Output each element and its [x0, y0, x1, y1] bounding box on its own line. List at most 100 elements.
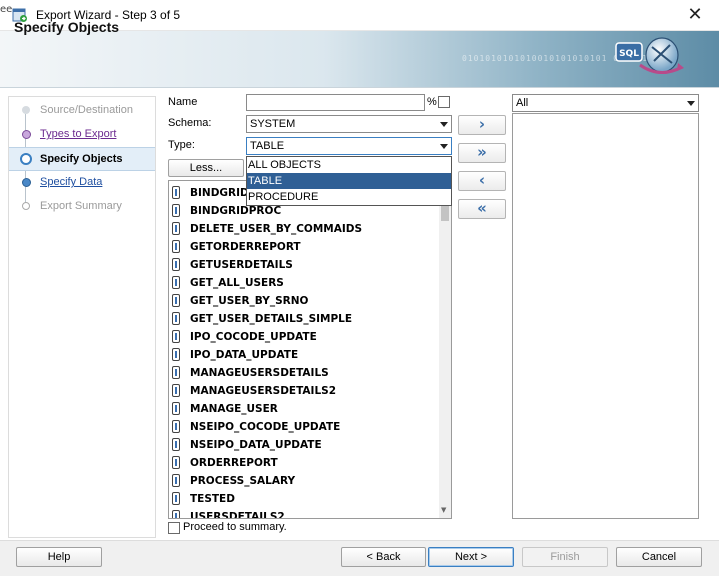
step-done-icon: [22, 106, 30, 114]
procedure-icon: [172, 258, 180, 271]
object-list-item[interactable]: TESTED: [169, 490, 439, 508]
object-list-item[interactable]: ORDERREPORT: [169, 454, 439, 472]
procedure-icon: [172, 366, 180, 379]
schema-select[interactable]: SYSTEM: [246, 115, 452, 133]
chevron-down-icon: [440, 144, 448, 149]
object-list-item[interactable]: NSEIPO_DATA_UPDATE: [169, 436, 439, 454]
object-name: DELETE_USER_BY_COMMAIDS: [190, 223, 363, 235]
object-name: GET_ALL_USERS: [190, 277, 284, 289]
move-left-button[interactable]: ‹: [458, 171, 506, 191]
procedure-icon: [172, 240, 180, 253]
name-input[interactable]: [246, 94, 425, 111]
procedure-icon: [172, 330, 180, 343]
object-list-item[interactable]: GET_USER_DETAILS_SIMPLE: [169, 310, 439, 328]
step-label: Source/Destination: [40, 104, 133, 116]
object-name: NSEIPO_DATA_UPDATE: [190, 439, 322, 451]
object-list-item[interactable]: MANAGE_USER: [169, 400, 439, 418]
object-name: USERSDETAILS2: [190, 511, 285, 519]
object-list-item[interactable]: MANAGEUSERSDETAILS2: [169, 382, 439, 400]
object-list-item[interactable]: NSEIPO_COCODE_UPDATE: [169, 418, 439, 436]
object-list-item[interactable]: GETORDERREPORT: [169, 238, 439, 256]
object-name: MANAGEUSERSDETAILS: [190, 367, 329, 379]
window-edge-text: ee: [0, 4, 13, 15]
object-name: IPO_DATA_UPDATE: [190, 349, 299, 361]
type-select[interactable]: TABLE: [246, 137, 452, 155]
procedure-icon: [172, 438, 180, 451]
proceed-to-summary-checkbox[interactable]: [168, 522, 180, 534]
selected-objects-list[interactable]: [512, 113, 699, 519]
procedure-icon: [172, 294, 180, 307]
object-name: ORDERREPORT: [190, 457, 278, 469]
move-all-left-button[interactable]: «: [458, 199, 506, 219]
type-selected-value: TABLE: [250, 140, 285, 152]
page-title: Specify Objects: [14, 19, 120, 35]
type-option-procedure[interactable]: PROCEDURE: [247, 189, 451, 205]
wildcard-checkbox[interactable]: [438, 96, 450, 108]
object-name: MANAGEUSERSDETAILS2: [190, 385, 337, 397]
object-name: NSEIPO_COCODE_UPDATE: [190, 421, 341, 433]
procedure-icon: [172, 348, 180, 361]
step-pending-icon: [22, 178, 31, 187]
object-list-item[interactable]: USERSDETAILS2: [169, 508, 439, 519]
procedure-icon: [172, 492, 180, 505]
procedure-icon: [172, 312, 180, 325]
procedure-icon: [172, 204, 180, 217]
type-dropdown-list: ALL OBJECTS TABLE PROCEDURE: [246, 156, 452, 206]
finish-button: Finish: [522, 547, 608, 567]
step-specify-data[interactable]: Specify Data: [9, 171, 155, 193]
type-option-table[interactable]: TABLE: [247, 173, 451, 189]
object-name: GET_USER_DETAILS_SIMPLE: [190, 313, 353, 325]
sql-export-graphic-icon: SQL: [615, 37, 684, 74]
step-source-destination: Source/Destination: [9, 99, 155, 121]
type-option-all-objects[interactable]: ALL OBJECTS: [247, 157, 451, 173]
object-list-item[interactable]: GET_USER_BY_SRNO: [169, 292, 439, 310]
object-name: GETUSERDETAILS: [190, 259, 293, 271]
object-list-item[interactable]: MANAGEUSERSDETAILS: [169, 364, 439, 382]
procedure-icon: [172, 186, 180, 199]
next-button[interactable]: Next >: [428, 547, 514, 567]
back-button[interactable]: < Back: [341, 547, 426, 567]
object-list-item[interactable]: DELETE_USER_BY_COMMAIDS: [169, 220, 439, 238]
object-list-item[interactable]: IPO_DATA_UPDATE: [169, 346, 439, 364]
svg-text:SQL: SQL: [619, 49, 639, 59]
less-button[interactable]: Less...: [168, 159, 244, 177]
scroll-down-icon[interactable]: ▼: [441, 506, 446, 514]
move-all-right-button[interactable]: »: [458, 143, 506, 163]
close-icon[interactable]: ✕: [680, 2, 710, 28]
schema-selected-value: SYSTEM: [250, 118, 296, 130]
chevron-down-icon: [440, 122, 448, 127]
available-objects-list[interactable]: BINDGRIDVIEW BINDGRIDPROC DELETE_USER_BY_C…: [168, 180, 452, 519]
move-right-button[interactable]: ›: [458, 115, 506, 135]
objects-scrollbar[interactable]: ▲ ▼: [439, 181, 451, 518]
step-disabled-icon: [22, 202, 30, 210]
object-name: PROCESS_SALARY: [190, 475, 296, 487]
step-label[interactable]: Specify Data: [40, 171, 102, 193]
object-list-item[interactable]: PROCESS_SALARY: [169, 472, 439, 490]
procedure-icon: [172, 474, 180, 487]
step-visited-icon: [22, 130, 31, 139]
object-list-item[interactable]: GETUSERDETAILS: [169, 256, 439, 274]
step-label: Export Summary: [40, 200, 122, 212]
step-types-to-export[interactable]: Types to Export: [9, 123, 155, 145]
help-button[interactable]: Help: [16, 547, 102, 567]
step-label[interactable]: Types to Export: [40, 123, 116, 145]
object-name: GET_USER_BY_SRNO: [190, 295, 309, 307]
proceed-to-summary-label: Proceed to summary.: [183, 521, 287, 533]
object-name: TESTED: [190, 493, 235, 505]
object-list-item[interactable]: IPO_COCODE_UPDATE: [169, 328, 439, 346]
procedure-icon: [172, 420, 180, 433]
object-list-item[interactable]: GET_ALL_USERS: [169, 274, 439, 292]
chevron-down-icon: [687, 101, 695, 106]
selected-filter-value: All: [516, 97, 529, 109]
procedure-icon: [172, 402, 180, 415]
type-label: Type:: [168, 139, 195, 151]
procedure-icon: [172, 510, 180, 518]
procedure-icon: [172, 384, 180, 397]
objects-scroll-thumb[interactable]: [441, 205, 449, 221]
step-specify-objects[interactable]: Specify Objects: [9, 147, 155, 171]
cancel-button[interactable]: Cancel: [616, 547, 702, 567]
wildcard-label: %: [427, 96, 437, 108]
object-name: MANAGE_USER: [190, 403, 278, 415]
selected-filter-select[interactable]: All: [512, 94, 699, 112]
step-export-summary: Export Summary: [9, 195, 155, 217]
